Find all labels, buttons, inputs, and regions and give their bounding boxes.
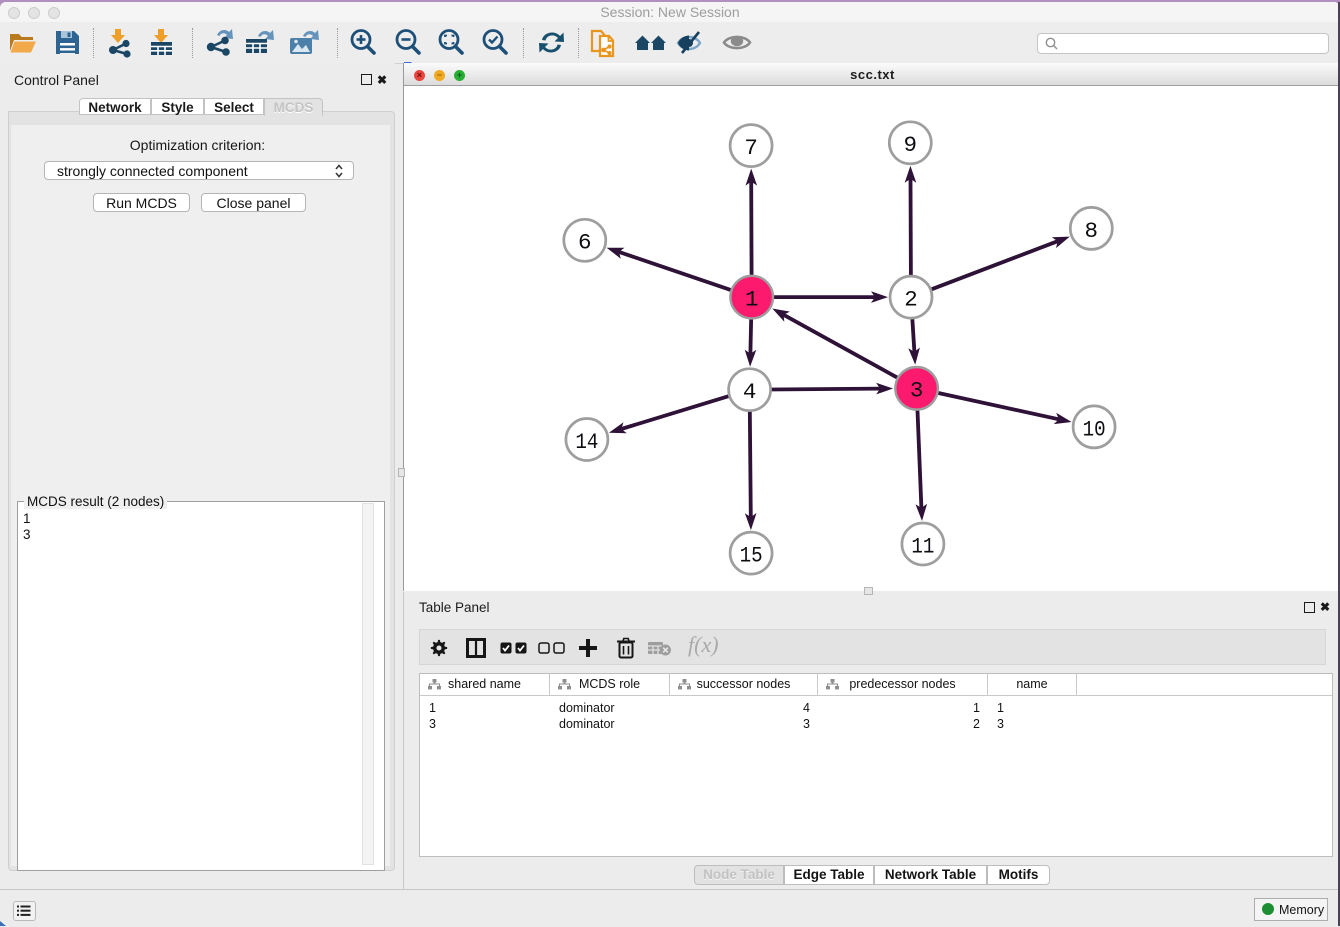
svg-text:14: 14	[575, 429, 598, 455]
svg-text:8: 8	[1085, 218, 1099, 244]
svg-text:10: 10	[1083, 416, 1106, 442]
svg-text:1: 1	[745, 287, 759, 313]
svg-text:2: 2	[904, 287, 918, 313]
svg-text:3: 3	[910, 378, 924, 404]
svg-text:9: 9	[904, 132, 918, 158]
svg-text:15: 15	[740, 543, 763, 569]
svg-text:4: 4	[743, 379, 757, 405]
svg-text:6: 6	[578, 230, 592, 256]
svg-text:11: 11	[911, 533, 934, 559]
svg-text:7: 7	[744, 135, 758, 161]
